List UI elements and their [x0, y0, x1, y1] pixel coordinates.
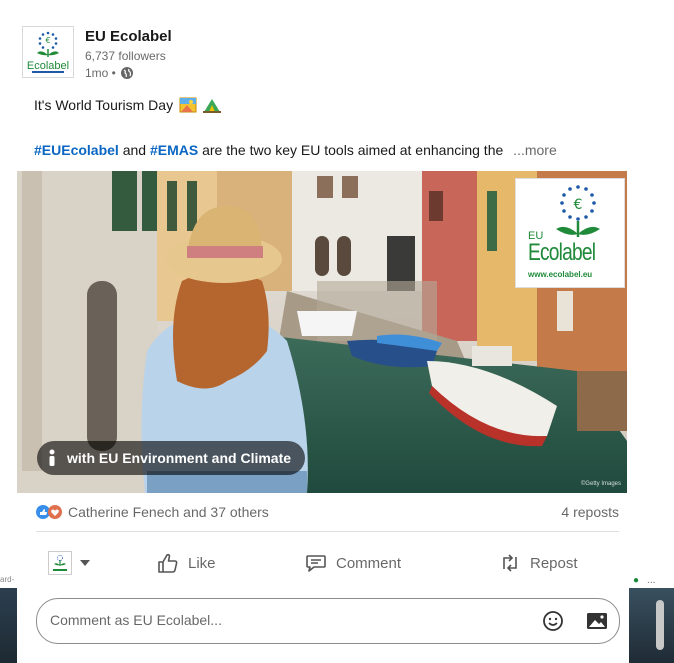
- comment-placeholder: Comment as EU Ecolabel...: [50, 612, 222, 628]
- post-image[interactable]: € EU Ecolabel www.ecolabel.eu with EU En…: [17, 171, 627, 493]
- post-actions-bar: Like Comment Repost: [36, 545, 619, 581]
- emoji-icon[interactable]: [542, 610, 564, 632]
- post-text-rest: are the two key EU tools aimed at enhanc…: [202, 142, 504, 158]
- post-age: 1mo •: [85, 66, 116, 80]
- like-label: Like: [188, 554, 216, 572]
- post-text-line-2: #EUEcolabel and #EMAS are the two key EU…: [34, 142, 557, 158]
- repost-button[interactable]: Repost: [498, 545, 578, 581]
- company-logo[interactable]: € Ecolabel: [22, 26, 74, 78]
- actor-selector[interactable]: [48, 545, 90, 581]
- actor-avatar-icon: [48, 551, 72, 575]
- see-more-link[interactable]: ...more: [513, 142, 557, 158]
- comment-label: Comment: [336, 554, 402, 572]
- ecolabel-logo-icon: € Ecolabel: [27, 31, 69, 73]
- globe-icon: [120, 67, 133, 79]
- ecolabel-badge: € EU Ecolabel www.ecolabel.eu: [515, 178, 625, 288]
- social-counts: Catherine Fenech and 37 others 4 reposts: [36, 504, 619, 524]
- camping-emoji-icon: [203, 99, 222, 113]
- divider: [36, 531, 619, 532]
- image-tag-pill[interactable]: with EU Environment and Climate: [37, 441, 306, 475]
- background-image-right: [629, 588, 674, 663]
- reactions-summary[interactable]: Catherine Fenech and 37 others: [36, 504, 269, 520]
- post-text-and: and: [122, 142, 147, 158]
- beach-picture-emoji-icon: [179, 97, 197, 113]
- overflow-menu-icon[interactable]: ...: [647, 575, 655, 586]
- scrollbar-thumb[interactable]: [656, 600, 664, 650]
- love-reaction-icon: [48, 505, 62, 519]
- image-tag-text: with EU Environment and Climate: [67, 450, 292, 466]
- comment-bubble-icon: [306, 555, 326, 572]
- author-name[interactable]: EU Ecolabel: [85, 28, 172, 45]
- comment-input[interactable]: Comment as EU Ecolabel...: [36, 598, 620, 644]
- thumbs-up-icon: [158, 553, 178, 573]
- background-image-left: [0, 588, 17, 663]
- reactions-text: Catherine Fenech and 37 others: [68, 504, 269, 520]
- post-text-line-1: It's World Tourism Day: [34, 97, 222, 113]
- image-upload-icon[interactable]: [585, 610, 609, 632]
- post-time: 1mo •: [85, 66, 134, 80]
- repost-label: Repost: [530, 554, 578, 572]
- post-text: It's World Tourism Day: [34, 97, 174, 113]
- badge-brand-text: Ecolabel: [528, 239, 596, 266]
- background-toolbar-right: ● ...: [629, 573, 674, 588]
- svg-text:€: €: [45, 36, 50, 45]
- hashtag-euecolabel[interactable]: #EUEcolabel: [34, 142, 119, 158]
- green-dot-icon: ●: [633, 575, 640, 586]
- hashtag-emas[interactable]: #EMAS: [150, 142, 198, 158]
- person-icon: [49, 449, 55, 466]
- caret-down-icon: [80, 560, 90, 566]
- comment-button[interactable]: Comment: [304, 545, 401, 581]
- background-text-fragment: ard-: [0, 575, 15, 584]
- svg-text:Ecolabel: Ecolabel: [27, 60, 69, 72]
- like-button[interactable]: Like: [156, 545, 216, 581]
- repost-arrows-icon: [503, 554, 517, 572]
- svg-text:€: €: [574, 197, 583, 213]
- repost-count[interactable]: 4 reposts: [561, 504, 619, 520]
- badge-url-text: www.ecolabel.eu: [528, 270, 593, 279]
- image-credit: ©Getty Images: [580, 481, 621, 487]
- follower-count: 6,737 followers: [85, 49, 166, 63]
- post-header: € Ecolabel EU Ecolabel 6,737 followers 1…: [22, 26, 612, 86]
